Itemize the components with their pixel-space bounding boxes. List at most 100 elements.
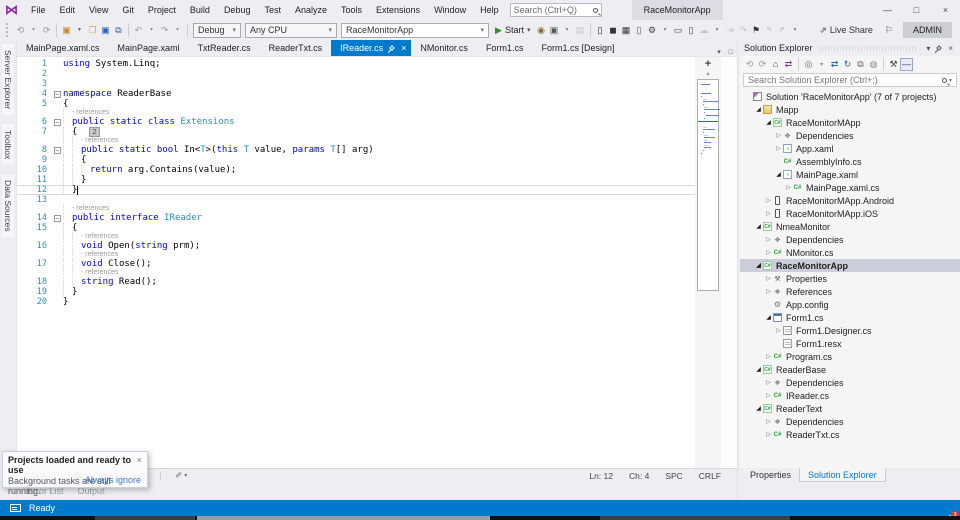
code-text-area[interactable]: 1using System.Linq;234−namespace ReaderB… — [17, 57, 695, 468]
close-icon[interactable]: × — [401, 43, 406, 53]
document-tab-readertxt.cs[interactable]: ReaderTxt.cs — [260, 40, 332, 56]
redo-dropdown-icon[interactable]: ▾ — [171, 21, 184, 39]
menu-git[interactable]: Git — [115, 0, 141, 20]
tree-item-dependencies[interactable]: ▷Dependencies — [740, 233, 960, 246]
collapse-arrow-icon[interactable]: ◢ — [764, 119, 773, 126]
nav-forward-icon[interactable]: ⟳ — [40, 21, 53, 39]
code-editor[interactable]: 1using System.Linq;234−namespace ReaderB… — [17, 56, 737, 468]
taskbar-item[interactable] — [197, 516, 490, 520]
step-into-icon[interactable]: ⇥ — [724, 21, 737, 39]
column-indicator[interactable]: Ch: 4 — [629, 471, 649, 481]
tree-item-solution-racemonitorapp-7-of-7-projects[interactable]: Solution 'RaceMonitorApp' (7 of 7 projec… — [740, 90, 960, 103]
pin-icon[interactable] — [389, 45, 395, 51]
collapse-arrow-icon[interactable]: ◢ — [774, 171, 783, 178]
editor-split-handle-icon[interactable]: + — [705, 59, 711, 69]
expand-arrow-icon[interactable]: ▷ — [764, 379, 773, 386]
expand-arrow-icon[interactable]: ▷ — [764, 210, 773, 217]
tree-item-nmeamonitor[interactable]: ◢NmeaMonitor — [740, 220, 960, 233]
nav-dropdown-icon[interactable]: ▾ — [27, 21, 40, 39]
pending-changes-filter-icon[interactable]: ◎ — [802, 59, 815, 70]
sync-icon[interactable]: ⇄ — [828, 59, 841, 70]
collapse-arrow-icon[interactable]: ◢ — [754, 106, 763, 113]
configuration-dropdown[interactable]: Debug▾ — [193, 23, 241, 38]
tree-item-form1-designer-cs[interactable]: ▷Form1.Designer.cs — [740, 324, 960, 337]
expand-arrow-icon[interactable]: ▷ — [764, 249, 773, 256]
quick-search-input[interactable]: Search (Ctrl+Q) — [510, 3, 602, 17]
tree-item-racemonitormapp-android[interactable]: ▷RaceMonitorMApp.Android — [740, 194, 960, 207]
filter-dropdown-icon[interactable]: ▾ — [815, 61, 828, 68]
home-icon[interactable]: ⌂ — [769, 59, 782, 69]
open-folder-icon[interactable]: ❐ — [86, 21, 99, 39]
tree-item-form1-resx[interactable]: Form1.resx — [740, 337, 960, 350]
save-all-icon[interactable]: ⧉ — [112, 21, 125, 39]
scroll-up-icon[interactable]: ▲ — [706, 71, 711, 77]
menu-file[interactable]: File — [24, 0, 53, 20]
device-icon[interactable]: ▯ — [633, 21, 646, 39]
menu-window[interactable]: Window — [427, 0, 473, 20]
window-position-menu-icon[interactable]: ▾ — [926, 44, 930, 53]
prev-bookmark-icon[interactable]: ↰ — [763, 21, 776, 39]
find-in-files-icon[interactable]: ◉ — [535, 21, 548, 39]
menu-build[interactable]: Build — [183, 0, 217, 20]
undo-icon[interactable]: ↶ — [132, 21, 145, 39]
menu-tools[interactable]: Tools — [334, 0, 369, 20]
refresh-icon[interactable]: ↻ — [841, 59, 854, 70]
se-back-icon[interactable]: ⟲ — [743, 59, 756, 70]
menu-view[interactable]: View — [82, 0, 115, 20]
toolbar-grip[interactable] — [6, 23, 10, 37]
maximize-button[interactable]: □ — [902, 0, 931, 20]
close-icon[interactable]: × — [948, 44, 953, 53]
solution-explorer-title-bar[interactable]: Solution Explorer ▾ × — [740, 40, 960, 56]
expand-arrow-icon[interactable]: ▷ — [764, 392, 773, 399]
tree-item-dependencies[interactable]: ▷Dependencies — [740, 129, 960, 142]
undo-dropdown-icon[interactable]: ▾ — [145, 21, 158, 39]
tree-item-mainpage-xaml-cs[interactable]: ▷MainPage.xaml.cs — [740, 181, 960, 194]
expand-arrow-icon[interactable]: ▷ — [764, 197, 773, 204]
collapse-arrow-icon[interactable]: ◢ — [754, 262, 763, 269]
next-bookmark-icon[interactable]: ↱ — [776, 21, 789, 39]
tree-item-mapp[interactable]: ◢Mapp — [740, 103, 960, 116]
spaces-indicator[interactable]: SPC — [665, 471, 682, 481]
expand-arrow-icon[interactable]: ▷ — [774, 145, 783, 152]
collapse-arrow-icon[interactable]: ◢ — [754, 223, 763, 230]
menu-analyze[interactable]: Analyze — [288, 0, 334, 20]
tree-item-readertxt-cs[interactable]: ▷ReaderTxt.cs — [740, 428, 960, 441]
tablet-icon[interactable]: ▯ — [685, 21, 698, 39]
tool-window-tab-properties[interactable]: Properties — [742, 468, 799, 482]
tree-item-references[interactable]: ▷References — [740, 285, 960, 298]
close-icon[interactable]: × — [137, 455, 142, 465]
platform-dropdown[interactable]: Any CPU▾ — [245, 23, 337, 38]
tree-item-racemonitormapp[interactable]: ◢RaceMonitorMApp — [740, 116, 960, 129]
document-tab-txtreader.cs[interactable]: TxtReader.cs — [189, 40, 260, 56]
startup-project-dropdown[interactable]: RaceMonitorApp▾ — [341, 23, 489, 38]
fold-collapse-icon[interactable]: − — [54, 119, 61, 126]
minimap-scrollbar[interactable]: + ▲ — [695, 57, 721, 468]
expand-arrow-icon[interactable]: ▷ — [764, 275, 773, 282]
paste-icon[interactable]: ▤ — [574, 21, 587, 39]
minimize-button[interactable]: — — [873, 0, 902, 20]
float-window-icon[interactable]: □ — [729, 49, 733, 56]
document-tab-form1.cs-design-[interactable]: Form1.cs [Design] — [532, 40, 623, 56]
tree-item-app-config[interactable]: App.config — [740, 298, 960, 311]
tree-item-assemblyinfo-cs[interactable]: AssemblyInfo.cs — [740, 155, 960, 168]
tree-item-app-xaml[interactable]: ▷App.xaml — [740, 142, 960, 155]
expand-arrow-icon[interactable]: ▷ — [774, 132, 783, 139]
admin-account-button[interactable]: ADMIN — [903, 22, 952, 38]
live-share-button[interactable]: ⇗ Live Share — [819, 25, 873, 36]
expand-arrow-icon[interactable]: ▷ — [764, 431, 773, 438]
document-tab-nmonitor.cs[interactable]: NMonitor.cs — [411, 40, 477, 56]
menu-test[interactable]: Test — [257, 0, 288, 20]
document-tab-form1.cs[interactable]: Form1.cs — [477, 40, 533, 56]
deploy-phone-icon[interactable]: ▯ — [594, 21, 607, 39]
feedback-icon[interactable]: ⚐ — [885, 25, 893, 36]
preview-selected-icon[interactable]: — — [900, 58, 913, 71]
menu-edit[interactable]: Edit — [53, 0, 83, 20]
close-button[interactable]: × — [931, 0, 960, 20]
collapse-arrow-icon[interactable]: ◢ — [754, 366, 763, 373]
line-ending-indicator[interactable]: CRLF — [699, 471, 721, 481]
taskbar-item[interactable] — [600, 516, 790, 520]
expand-arrow-icon[interactable]: ▷ — [764, 236, 773, 243]
cloud-icon[interactable]: ☁ — [698, 21, 711, 39]
active-files-dropdown-icon[interactable]: ▾ — [717, 48, 721, 56]
tree-item-racemonitorapp[interactable]: ◢RaceMonitorApp — [740, 259, 960, 272]
